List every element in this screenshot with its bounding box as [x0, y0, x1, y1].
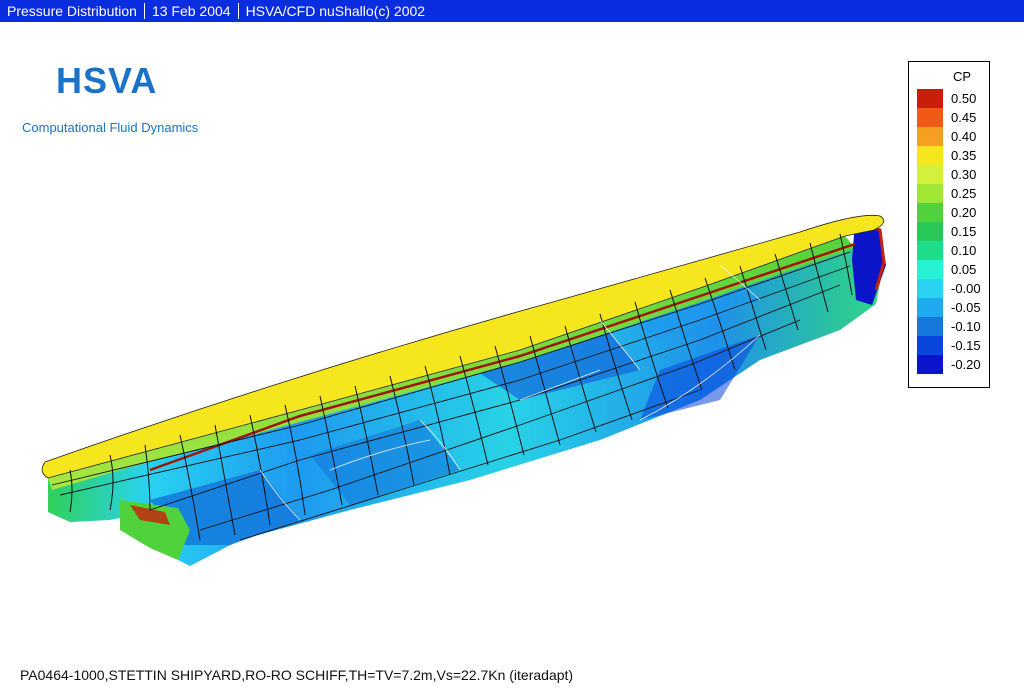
case-caption: PA0464-1000,STETTIN SHIPYARD,RO-RO SCHIF… [20, 667, 574, 683]
legend-entry: -0.10 [909, 317, 989, 336]
legend-entry: 0.25 [909, 184, 989, 203]
legend-entry: 0.35 [909, 146, 989, 165]
hull-pressure-plot [41, 214, 886, 566]
legend-swatch [917, 355, 943, 374]
legend-swatch [917, 241, 943, 260]
legend-swatch [917, 108, 943, 127]
cp-legend: CP 0.50 0.45 0.40 0.35 0.30 0.25 0.20 0.15 0.10 0… [908, 61, 990, 388]
legend-value: 0.45 [951, 110, 977, 125]
legend-value: 0.40 [951, 129, 977, 144]
legend-value: 0.35 [951, 148, 977, 163]
legend-entry: -0.00 [909, 279, 989, 298]
legend-entry: 0.20 [909, 203, 989, 222]
legend-value: 0.10 [951, 243, 977, 258]
legend-entry: 0.30 [909, 165, 989, 184]
legend-value: -0.20 [951, 357, 981, 372]
legend-entry: 0.45 [909, 108, 989, 127]
legend-entry: -0.20 [909, 355, 989, 374]
legend-swatch [917, 165, 943, 184]
legend-value: 0.15 [951, 224, 977, 239]
legend-swatch [917, 336, 943, 355]
legend-value: -0.05 [951, 300, 981, 315]
legend-entry: 0.10 [909, 241, 989, 260]
legend-value: 0.20 [951, 205, 977, 220]
legend-swatch [917, 279, 943, 298]
legend-entry: 0.15 [909, 222, 989, 241]
legend-value: -0.10 [951, 319, 981, 334]
legend-swatch [917, 146, 943, 165]
legend-swatch [917, 184, 943, 203]
legend-swatch [917, 222, 943, 241]
legend-swatch [917, 298, 943, 317]
legend-entry: 0.05 [909, 260, 989, 279]
legend-swatch [917, 203, 943, 222]
legend-value: -0.15 [951, 338, 981, 353]
legend-value: 0.30 [951, 167, 977, 182]
legend-entry: -0.05 [909, 298, 989, 317]
legend-value: 0.25 [951, 186, 977, 201]
legend-entry: 0.50 [909, 89, 989, 108]
legend-value: -0.00 [951, 281, 981, 296]
legend-swatch [917, 260, 943, 279]
legend-entry: 0.40 [909, 127, 989, 146]
legend-value: 0.05 [951, 262, 977, 277]
legend-swatch [917, 317, 943, 336]
legend-entry: -0.15 [909, 336, 989, 355]
legend-value: 0.50 [951, 91, 977, 106]
legend-swatch [917, 127, 943, 146]
legend-swatch [917, 89, 943, 108]
legend-title: CP [953, 69, 972, 84]
